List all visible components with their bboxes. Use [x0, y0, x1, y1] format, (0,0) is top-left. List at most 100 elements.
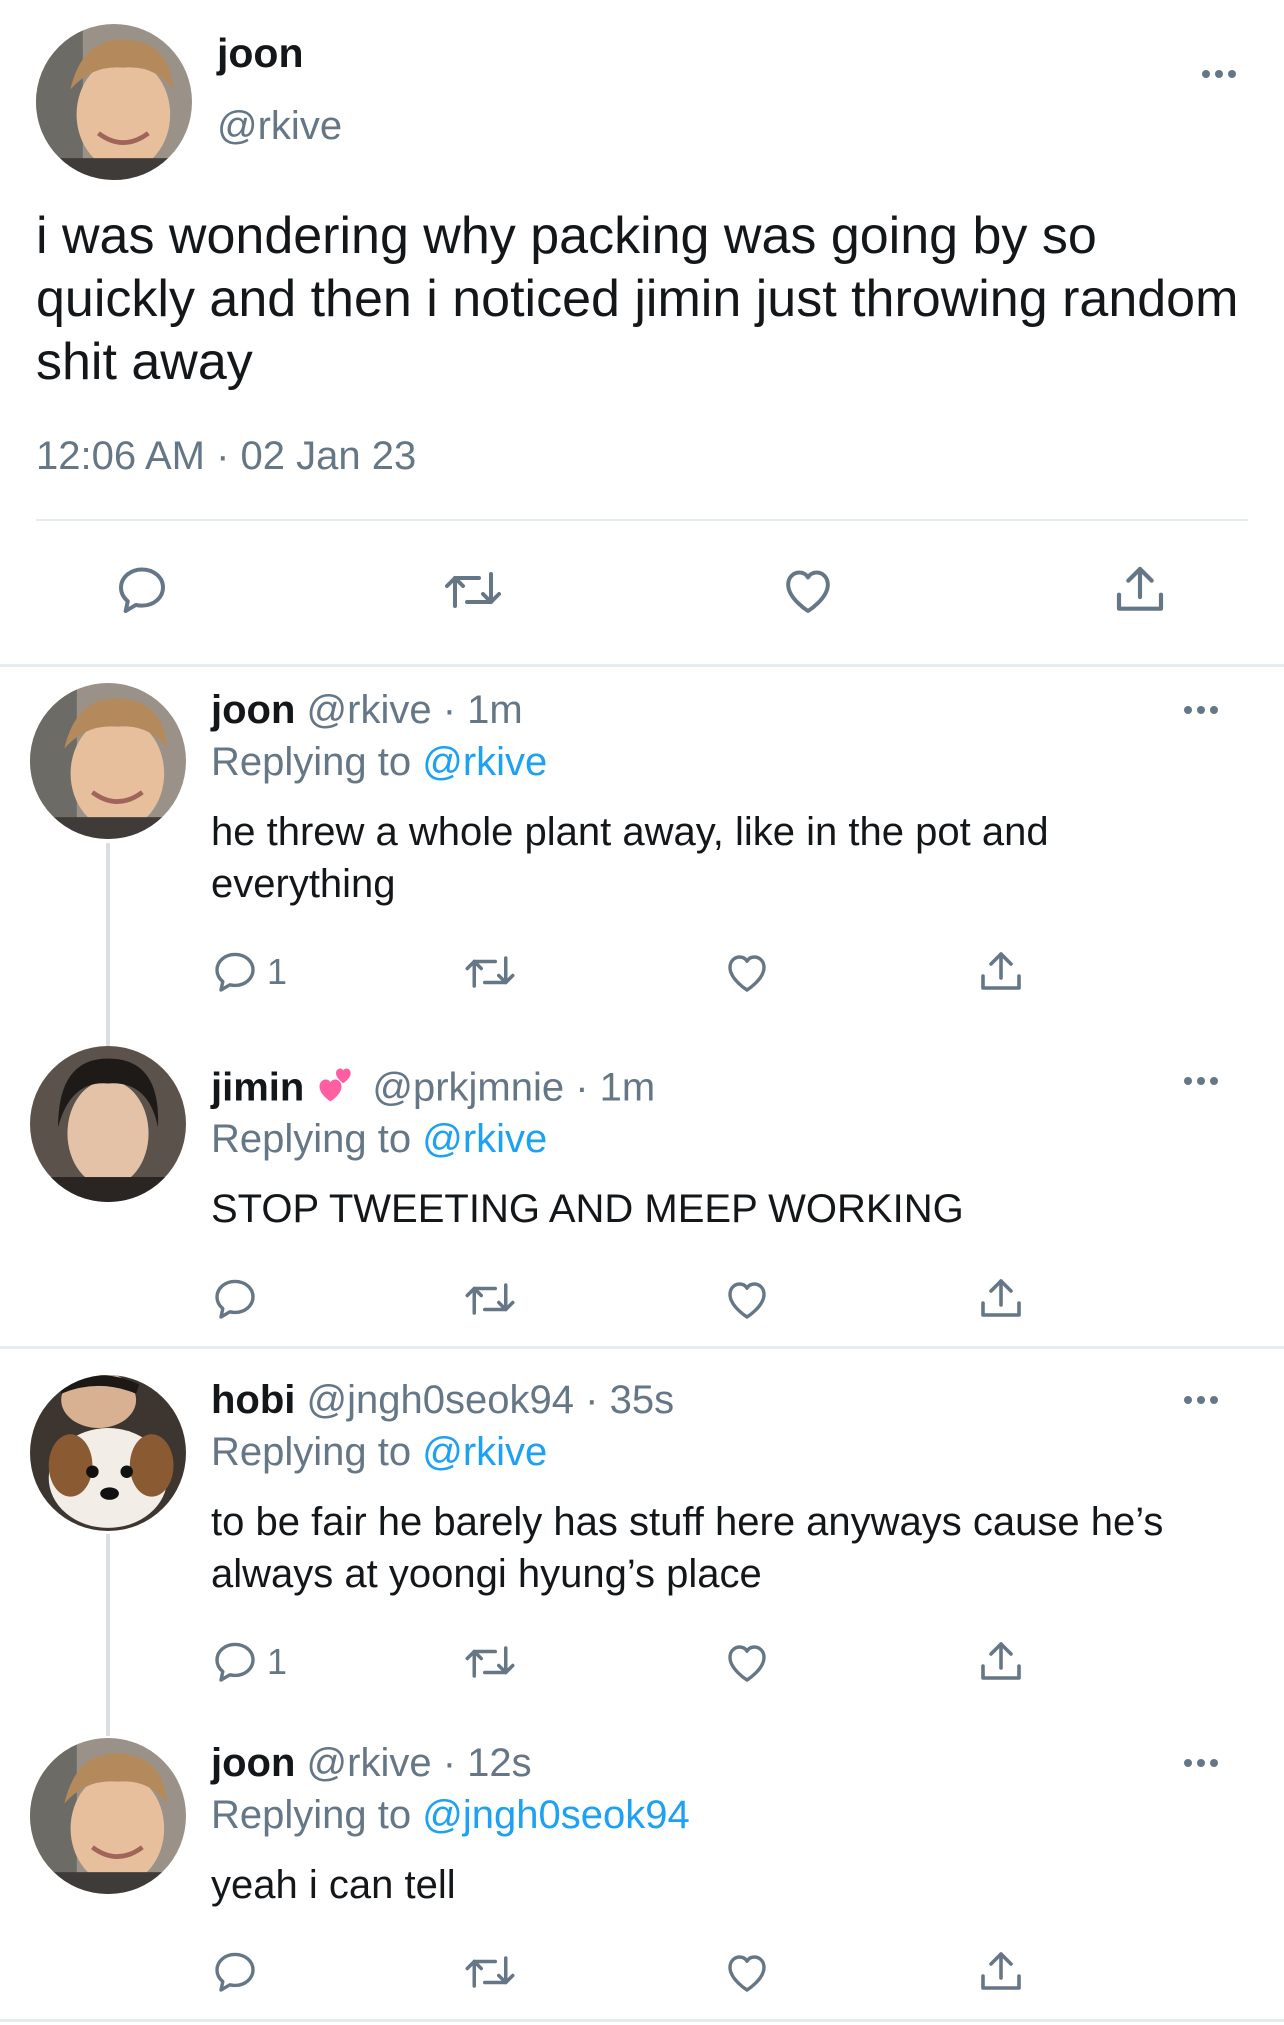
- avatar[interactable]: [30, 683, 186, 839]
- reply-button[interactable]: [211, 1948, 259, 1996]
- replying-to: Replying to @rkive: [211, 1430, 547, 1475]
- like-button[interactable]: [722, 948, 772, 996]
- avatar[interactable]: [30, 1046, 186, 1202]
- reply-header: joon @rkive · 1m: [211, 688, 523, 733]
- reply-time[interactable]: · 1m: [575, 1066, 655, 1110]
- share-icon: [981, 952, 1021, 990]
- thread-line: [106, 1534, 110, 1736]
- author-handle[interactable]: @rkive: [307, 688, 432, 732]
- divider: [36, 519, 1248, 521]
- reply-text: yeah i can tell: [211, 1863, 456, 1907]
- share-button[interactable]: [977, 1275, 1025, 1323]
- tweet-text: i was wondering why packing was going by…: [36, 207, 1239, 391]
- avatar[interactable]: [36, 24, 192, 180]
- heart-icon: [728, 1282, 766, 1319]
- heart-icon: [728, 1645, 766, 1682]
- speech-bubble-icon: [215, 1952, 255, 1992]
- avatar-image: [30, 683, 186, 839]
- author-name[interactable]: joon: [211, 1741, 295, 1785]
- author-handle[interactable]: @rkive: [217, 104, 342, 149]
- like-button[interactable]: [722, 1638, 772, 1686]
- author-handle[interactable]: @jngh0seok94: [307, 1378, 574, 1422]
- section-divider: [0, 664, 1284, 667]
- mention-link[interactable]: @rkive: [422, 740, 547, 784]
- author-handle[interactable]: @rkive: [307, 1741, 432, 1785]
- reply-text: to be fair he barely has stuff here anyw…: [211, 1500, 1164, 1596]
- speech-bubble-icon: [215, 1642, 255, 1682]
- section-divider: [0, 2019, 1284, 2022]
- share-icon: [1116, 566, 1164, 611]
- reply-header: hobi @jngh0seok94 · 35s: [211, 1378, 674, 1423]
- reply-time[interactable]: · 12s: [443, 1741, 532, 1785]
- retweet-button[interactable]: [462, 951, 518, 993]
- retweet-icon: [465, 1956, 515, 1988]
- retweet-icon: [465, 1646, 515, 1678]
- reply-button[interactable]: 1: [211, 948, 287, 996]
- share-icon: [981, 1952, 1021, 1990]
- replying-to: Replying to @jngh0seok94: [211, 1793, 690, 1838]
- more-dots-icon[interactable]: [1184, 1077, 1218, 1085]
- reply-button[interactable]: 1: [211, 1638, 287, 1686]
- like-button[interactable]: [722, 1948, 772, 1996]
- retweet-icon: [445, 572, 501, 608]
- mention-link[interactable]: @jngh0seok94: [422, 1793, 689, 1837]
- more-dots-icon[interactable]: [1184, 1396, 1218, 1404]
- author-name[interactable]: joon: [211, 688, 295, 732]
- reply-button[interactable]: [114, 562, 170, 618]
- share-button[interactable]: [977, 1638, 1025, 1686]
- mention-link[interactable]: @rkive: [422, 1430, 547, 1474]
- reply-time[interactable]: · 35s: [585, 1378, 674, 1422]
- reply-count: 1: [267, 1641, 288, 1682]
- replying-to: Replying to @rkive: [211, 1117, 547, 1162]
- avatar-image: [30, 1046, 186, 1202]
- heart-icon: [728, 1955, 766, 1992]
- like-button[interactable]: [722, 1275, 772, 1323]
- reply-time[interactable]: · 1m: [443, 688, 523, 732]
- replying-prefix: Replying to: [211, 1430, 423, 1474]
- more-dots-icon[interactable]: [1184, 706, 1218, 714]
- retweet-icon: [465, 1283, 515, 1315]
- reply-button[interactable]: [211, 1275, 259, 1323]
- retweet-icon: [465, 956, 515, 988]
- avatar[interactable]: [30, 1738, 186, 1894]
- author-name[interactable]: hobi: [211, 1378, 295, 1422]
- like-button[interactable]: [779, 562, 837, 618]
- speech-bubble-icon: [215, 952, 255, 992]
- replying-prefix: Replying to: [211, 740, 423, 784]
- thread-line: [106, 843, 110, 1048]
- reply-count: 1: [267, 951, 288, 992]
- author-handle[interactable]: @prkjmnie: [372, 1066, 564, 1110]
- reply-text: STOP TWEETING AND MEEP WORKING: [211, 1187, 964, 1231]
- reply-header: joon @rkive · 12s: [211, 1741, 532, 1786]
- replying-to: Replying to @rkive: [211, 740, 547, 785]
- author-name[interactable]: jimin: [211, 1066, 304, 1110]
- avatar-image: [30, 1738, 186, 1894]
- share-button[interactable]: [977, 948, 1025, 996]
- avatar[interactable]: [30, 1375, 186, 1531]
- retweet-button[interactable]: [441, 566, 505, 614]
- share-icon: [981, 1279, 1021, 1317]
- share-button[interactable]: [977, 1948, 1025, 1996]
- share-button[interactable]: [1112, 562, 1168, 618]
- tweet-timestamp[interactable]: 12:06 AM · 02 Jan 23: [36, 434, 416, 479]
- share-icon: [981, 1642, 1021, 1680]
- avatar-image: [30, 1375, 186, 1531]
- replying-prefix: Replying to: [211, 1117, 423, 1161]
- speech-bubble-icon: [215, 1279, 255, 1319]
- two-hearts-emoji: [314, 1063, 358, 1117]
- avatar-image: [36, 24, 192, 180]
- more-dots-icon[interactable]: [1202, 70, 1236, 78]
- reply-header: jimin @prkjmnie · 1m: [211, 1063, 655, 1117]
- retweet-button[interactable]: [462, 1951, 518, 1993]
- section-divider: [0, 1346, 1284, 1349]
- heart-icon: [786, 570, 830, 613]
- more-dots-icon[interactable]: [1184, 1759, 1218, 1767]
- replying-prefix: Replying to: [211, 1793, 423, 1837]
- mention-link[interactable]: @rkive: [422, 1117, 547, 1161]
- heart-icon: [728, 955, 766, 992]
- speech-bubble-icon: [119, 567, 165, 613]
- retweet-button[interactable]: [462, 1278, 518, 1320]
- reply-text: he threw a whole plant away, like in the…: [211, 810, 1049, 906]
- retweet-button[interactable]: [462, 1641, 518, 1683]
- author-name[interactable]: joon: [217, 30, 304, 77]
